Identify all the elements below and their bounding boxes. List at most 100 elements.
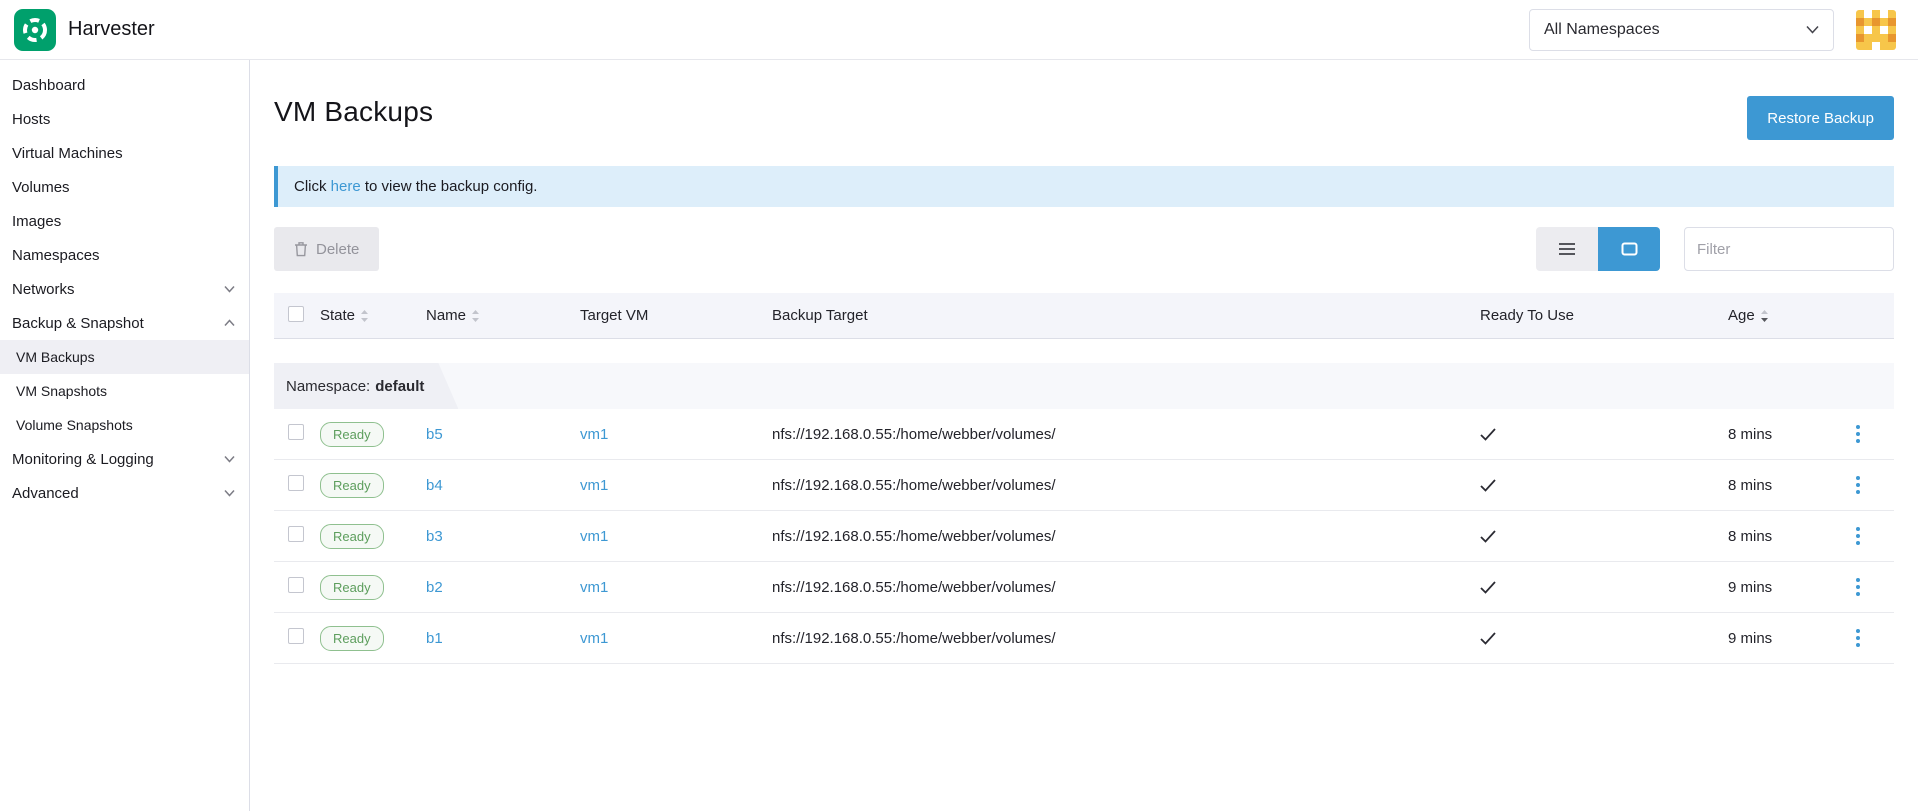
sidebar-item-monitoring-logging[interactable]: Monitoring & Logging <box>0 442 249 476</box>
app-window: Harvester All Namespaces <box>0 0 1918 811</box>
backup-name-link[interactable]: b2 <box>426 579 443 596</box>
backup-target-cell: nfs://192.168.0.55:/home/webber/volumes/ <box>772 579 1480 596</box>
column-header-backup-target[interactable]: Backup Target <box>772 307 1480 324</box>
backup-target-cell: nfs://192.168.0.55:/home/webber/volumes/ <box>772 477 1480 494</box>
backup-name-link[interactable]: b1 <box>426 630 443 647</box>
row-checkbox[interactable] <box>288 475 304 491</box>
state-badge: Ready <box>320 473 384 498</box>
target-vm-link[interactable]: vm1 <box>580 477 608 494</box>
banner-text-suffix: to view the backup config. <box>361 178 538 195</box>
namespace-selector-value: All Namespaces <box>1544 21 1660 39</box>
delete-button-label: Delete <box>316 241 359 258</box>
row-checkbox[interactable] <box>288 577 304 593</box>
target-vm-link[interactable]: vm1 <box>580 630 608 647</box>
target-vm-link[interactable]: vm1 <box>580 579 608 596</box>
column-header-label: State <box>320 307 355 324</box>
sidebar-item-label: Volume Snapshots <box>16 417 133 433</box>
row-actions-menu[interactable] <box>1846 521 1870 551</box>
column-header-label: Age <box>1728 307 1755 324</box>
sidebar-item-virtual-machines[interactable]: Virtual Machines <box>0 136 249 170</box>
sidebar-item-label: Backup & Snapshot <box>12 315 144 332</box>
sort-icon <box>471 309 480 323</box>
sidebar-item-images[interactable]: Images <box>0 204 249 238</box>
sidebar-item-dashboard[interactable]: Dashboard <box>0 68 249 102</box>
age-cell: 9 mins <box>1728 630 1846 647</box>
state-badge: Ready <box>320 524 384 549</box>
state-badge: Ready <box>320 422 384 447</box>
column-header-ready-to-use[interactable]: Ready To Use <box>1480 307 1728 324</box>
row-actions-menu[interactable] <box>1846 470 1870 500</box>
flat-view-button[interactable] <box>1598 227 1660 271</box>
sidebar-item-label: Monitoring & Logging <box>12 451 154 468</box>
chevron-down-icon <box>224 455 235 463</box>
column-header-state[interactable]: State <box>320 307 426 324</box>
table-row: Ready b3 vm1 nfs://192.168.0.55:/home/we… <box>274 511 1894 562</box>
list-view-button[interactable] <box>1536 227 1598 271</box>
chevron-up-icon <box>224 319 235 327</box>
sidebar-item-vm-snapshots[interactable]: VM Snapshots <box>0 374 249 408</box>
user-avatar[interactable] <box>1856 10 1896 50</box>
target-vm-link[interactable]: vm1 <box>580 528 608 545</box>
table-row: Ready b1 vm1 nfs://192.168.0.55:/home/we… <box>274 613 1894 664</box>
group-value: default <box>375 378 424 395</box>
row-checkbox[interactable] <box>288 526 304 542</box>
restore-backup-button[interactable]: Restore Backup <box>1747 96 1894 140</box>
backup-target-cell: nfs://192.168.0.55:/home/webber/volumes/ <box>772 528 1480 545</box>
sidebar-item-namespaces[interactable]: Namespaces <box>0 238 249 272</box>
chevron-down-icon <box>224 285 235 293</box>
ready-check-icon <box>1480 479 1496 492</box>
column-header-label: Backup Target <box>772 307 868 324</box>
state-badge: Ready <box>320 575 384 600</box>
delete-button[interactable]: Delete <box>274 227 379 271</box>
column-header-target-vm[interactable]: Target VM <box>580 307 772 324</box>
harvester-logo-icon[interactable] <box>14 9 56 51</box>
flat-view-icon <box>1621 242 1638 256</box>
backups-table: State Name Target VM Backup Target Rea <box>274 293 1894 664</box>
ready-check-icon <box>1480 428 1496 441</box>
sidebar-item-hosts[interactable]: Hosts <box>0 102 249 136</box>
age-cell: 8 mins <box>1728 426 1846 443</box>
sidebar-item-vm-backups[interactable]: VM Backups <box>0 340 249 374</box>
table-header-row: State Name Target VM Backup Target Rea <box>274 293 1894 339</box>
table-controls: Delete <box>274 227 1894 271</box>
ready-check-icon <box>1480 632 1496 645</box>
backup-name-link[interactable]: b5 <box>426 426 443 443</box>
sidebar-item-label: Namespaces <box>12 247 100 264</box>
ready-check-icon <box>1480 581 1496 594</box>
sort-icon-descending <box>1760 309 1769 323</box>
sidebar-item-label: Volumes <box>12 179 70 196</box>
column-header-age[interactable]: Age <box>1728 307 1846 324</box>
sidebar-item-networks[interactable]: Networks <box>0 272 249 306</box>
sidebar-item-backup-snapshot[interactable]: Backup & Snapshot <box>0 306 249 340</box>
sort-icon <box>360 309 369 323</box>
row-actions-menu[interactable] <box>1846 419 1870 449</box>
filter-input[interactable] <box>1684 227 1894 271</box>
banner-here-link[interactable]: here <box>331 178 361 195</box>
main-content: VM Backups Restore Backup Click here to … <box>250 60 1918 811</box>
trash-icon <box>294 241 308 257</box>
chevron-down-icon <box>1806 25 1819 34</box>
group-spacer <box>274 339 1894 363</box>
sidebar-item-volume-snapshots[interactable]: Volume Snapshots <box>0 408 249 442</box>
sidebar-item-label: Advanced <box>12 485 79 502</box>
sidebar-item-volumes[interactable]: Volumes <box>0 170 249 204</box>
backup-name-link[interactable]: b3 <box>426 528 443 545</box>
sidebar-item-label: Networks <box>12 281 75 298</box>
select-all-checkbox[interactable] <box>288 306 304 322</box>
age-cell: 8 mins <box>1728 528 1846 545</box>
row-actions-menu[interactable] <box>1846 623 1870 653</box>
column-header-label: Ready To Use <box>1480 307 1574 324</box>
sidebar-item-advanced[interactable]: Advanced <box>0 476 249 510</box>
backup-target-cell: nfs://192.168.0.55:/home/webber/volumes/ <box>772 426 1480 443</box>
namespace-selector[interactable]: All Namespaces <box>1529 9 1834 51</box>
ready-check-icon <box>1480 530 1496 543</box>
backup-name-link[interactable]: b4 <box>426 477 443 494</box>
banner-text-prefix: Click <box>294 178 331 195</box>
column-header-name[interactable]: Name <box>426 307 580 324</box>
target-vm-link[interactable]: vm1 <box>580 426 608 443</box>
row-checkbox[interactable] <box>288 628 304 644</box>
topbar: Harvester All Namespaces <box>0 0 1918 60</box>
view-toggle-group <box>1536 227 1660 271</box>
row-checkbox[interactable] <box>288 424 304 440</box>
row-actions-menu[interactable] <box>1846 572 1870 602</box>
